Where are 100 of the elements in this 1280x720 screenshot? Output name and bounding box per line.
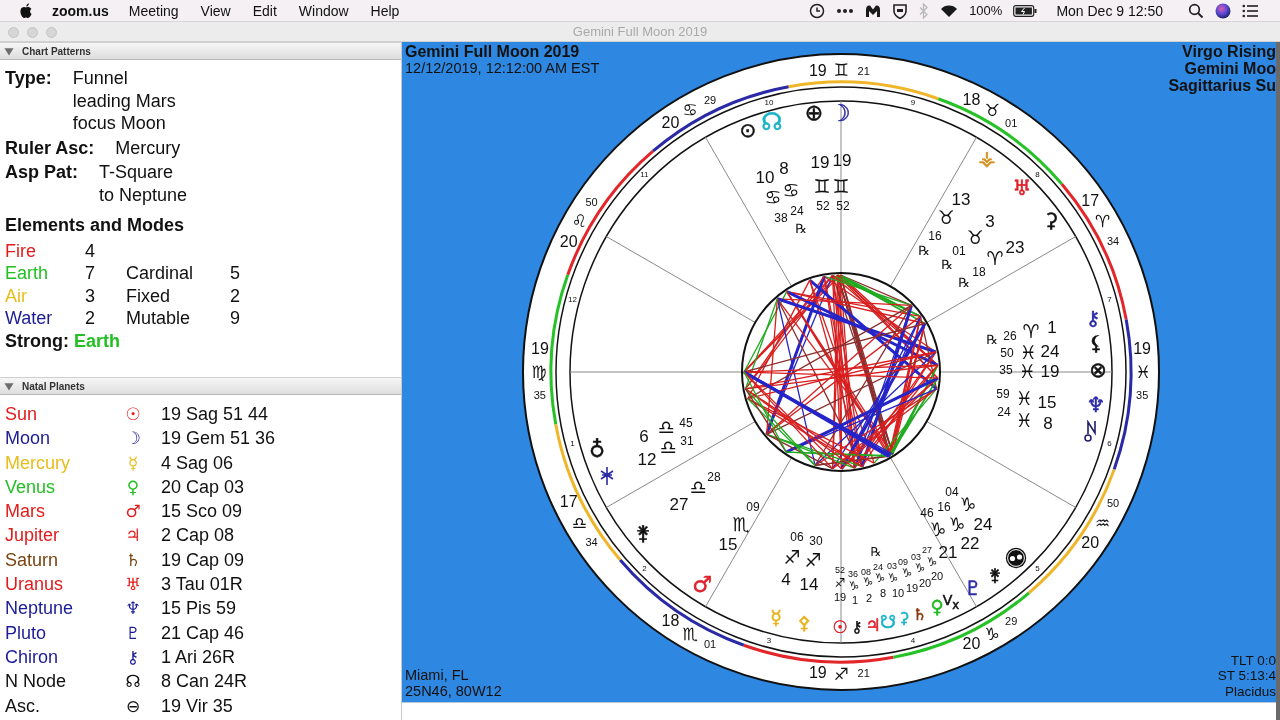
planet-glyph: V$_{x}$ — [942, 592, 960, 612]
battery-icon[interactable] — [1013, 4, 1038, 17]
planet-name: Pluto — [5, 621, 48, 645]
chart-info-line: Placidus — [1224, 683, 1276, 699]
planet-glyph: ☉ — [124, 403, 142, 426]
window-title: Gemini Full Moon 2019 — [572, 24, 708, 39]
section-header[interactable]: Natal Planets — [0, 377, 401, 395]
mode-count: 9 — [230, 307, 241, 330]
menu-item[interactable]: Help — [370, 2, 400, 19]
position-degree: 8 — [779, 159, 789, 177]
position-minutes: 09 — [898, 557, 908, 567]
planet-position: 2 Cap 08 — [160, 524, 236, 548]
planet-glyph: ♇ — [124, 621, 142, 645]
position-minutes: 50 — [1000, 347, 1014, 359]
more-dots-icon[interactable] — [836, 7, 855, 14]
position-degree: 19 — [905, 582, 919, 594]
cusp-degree: 19 — [1133, 340, 1151, 357]
house-number: 8 — [1035, 171, 1040, 180]
search-icon[interactable] — [1188, 2, 1204, 19]
cusp-minutes: 34 — [585, 536, 598, 548]
position-sign: ♑ — [874, 572, 886, 584]
logo-icon[interactable] — [865, 2, 882, 19]
planet-position: 8 Can 24R — [160, 670, 249, 694]
planet-glyph: ⚴ — [797, 614, 811, 632]
position-sign: ♑ — [929, 519, 947, 539]
position-sign: ♑ — [959, 494, 977, 514]
cusp-degree: 19 — [531, 340, 549, 357]
planet-glyph: ⚵ — [635, 523, 651, 543]
position-sign: ♑ — [926, 556, 938, 568]
menu-item[interactable]: Meeting — [128, 2, 179, 19]
menu-item[interactable]: View — [200, 2, 231, 19]
mode-count: 2 — [230, 284, 241, 307]
retrograde-mark: ℞ — [941, 257, 953, 271]
planet-glyph: ♅ — [1012, 177, 1032, 199]
position-degree: 19 — [1040, 362, 1060, 380]
chart-info-line: TLT 0:0 — [1230, 652, 1276, 668]
position-minutes: 46 — [920, 507, 934, 519]
position-minutes: 52 — [836, 200, 850, 212]
cusp-minutes: 50 — [585, 196, 598, 208]
planet-glyph: ⚷ — [851, 619, 863, 635]
element-name: Air — [5, 284, 28, 307]
position-degree: 22 — [960, 534, 980, 552]
colorful-orb-icon[interactable] — [1215, 2, 1231, 19]
menu-item[interactable]: Window — [298, 2, 349, 19]
disclosure-triangle-icon[interactable] — [4, 381, 14, 391]
house-number: 10 — [764, 99, 774, 108]
position-sign: ♎ — [659, 437, 677, 457]
app-menu[interactable]: zoom.us — [52, 2, 109, 19]
cusp-sign: ♐ — [833, 665, 849, 683]
cusp-sign: ♒ — [1094, 514, 1111, 532]
cusp-degree: 18 — [661, 613, 680, 630]
position-degree: 8 — [1043, 414, 1053, 432]
cusp-degree: 20 — [1081, 534, 1100, 551]
cusp-sign: ♈ — [1094, 212, 1111, 230]
shield-icon[interactable] — [892, 2, 909, 19]
position-sign: ♋ — [782, 180, 800, 200]
menu-item[interactable]: Edit — [252, 2, 277, 19]
planet-name: Moon — [5, 427, 52, 451]
position-sign: ♑ — [862, 576, 874, 588]
asterisk-icon — [600, 467, 614, 485]
retrograde-mark: ℞ — [986, 332, 998, 346]
location-line: 25N46, 80W12 — [405, 683, 502, 699]
clock-icon[interactable] — [809, 2, 826, 19]
element-name: Fire — [5, 239, 37, 262]
position-degree: 23 — [1005, 238, 1025, 256]
list-icon[interactable] — [1242, 2, 1258, 19]
chart-info-line: ST 5:13:4 — [1217, 668, 1276, 684]
planet-glyph: ♃ — [124, 524, 142, 548]
planet-glyph: ☋ — [880, 613, 896, 631]
position-degree: 3 — [985, 212, 995, 230]
cusp-minutes: 35 — [1136, 389, 1149, 401]
menubar-clock[interactable]: Mon Dec 9 12:50 — [1056, 2, 1163, 19]
disclosure-triangle-icon[interactable] — [4, 46, 14, 56]
position-degree: 13 — [951, 190, 971, 208]
planet-glyph: ☿ — [770, 607, 782, 627]
chart-summary-line: Virgo Rising — [1182, 43, 1276, 60]
planet-glyph: ♀ — [125, 475, 141, 499]
planet-position: 19 Gem 51 36 — [160, 427, 277, 451]
position-degree: 15 — [718, 535, 738, 553]
position-degree: 10 — [755, 168, 775, 186]
apple-icon[interactable] — [19, 2, 33, 19]
section-subtitle: Elements and Modes — [5, 214, 186, 237]
position-minutes: 16 — [928, 230, 942, 242]
cusp-minutes: 35 — [533, 389, 546, 401]
planet-glyph: ⊕ — [804, 102, 824, 124]
planet-glyph: ♇ — [964, 578, 982, 598]
planet-glyph: ⚵ — [988, 566, 1002, 584]
house-number: 1 — [570, 439, 575, 448]
planet-name: Saturn — [5, 548, 60, 572]
position-minutes: 03 — [887, 561, 897, 571]
position-sign: ♑ — [887, 572, 899, 584]
element-count: 2 — [85, 307, 96, 330]
cusp-minutes: 21 — [857, 667, 870, 679]
position-minutes: 31 — [680, 435, 694, 447]
cusp-degree: 17 — [1081, 193, 1100, 210]
cusp-sign: ♓ — [1135, 363, 1151, 381]
position-sign: ♑ — [901, 567, 913, 579]
section-header[interactable]: Chart Patterns — [0, 42, 401, 60]
field-value: Funnel — [72, 67, 129, 90]
wifi-icon[interactable] — [940, 3, 959, 18]
